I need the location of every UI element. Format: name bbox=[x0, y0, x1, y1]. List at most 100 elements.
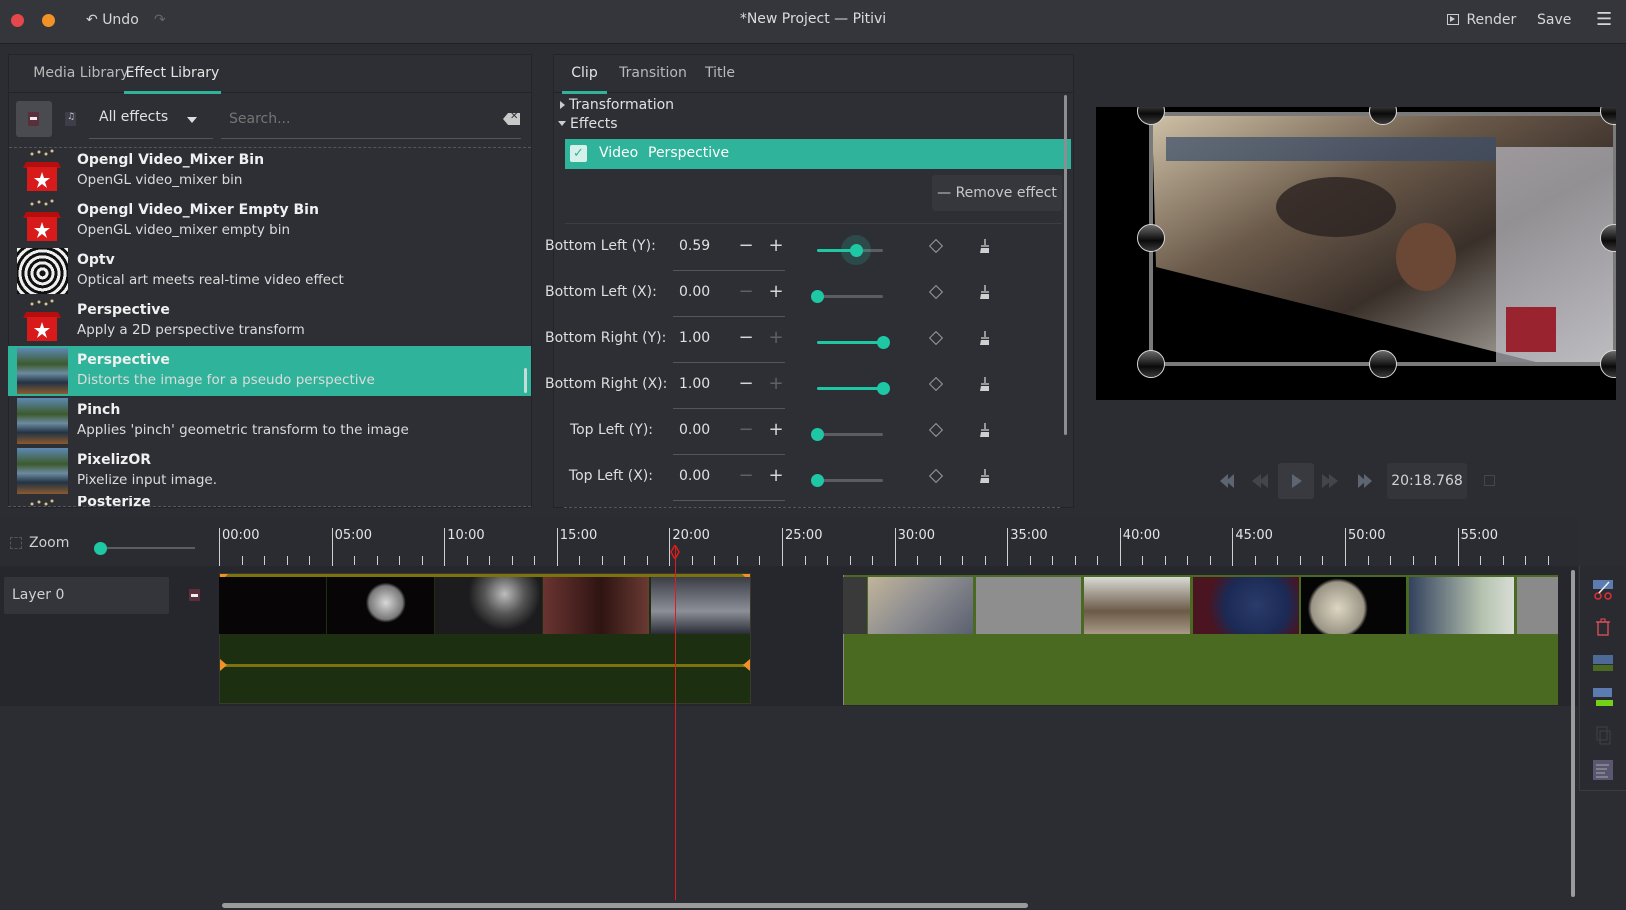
increment-button[interactable]: + bbox=[767, 419, 785, 440]
slider-knob[interactable] bbox=[811, 474, 824, 487]
seek-forward-button[interactable] bbox=[1314, 463, 1350, 499]
transformation-expander[interactable]: Transformation bbox=[560, 94, 674, 113]
zoom-slider-knob[interactable] bbox=[94, 542, 107, 555]
zoom-slider[interactable] bbox=[94, 542, 195, 555]
keyframe-diamond-icon[interactable] bbox=[928, 284, 944, 300]
layer-video-icon[interactable] bbox=[189, 589, 200, 601]
effect-list-item[interactable]: Pinch Applies 'pinch' geometric transform… bbox=[8, 396, 531, 446]
playhead-line[interactable] bbox=[675, 545, 676, 900]
slider-knob[interactable] bbox=[877, 336, 890, 349]
play-button[interactable] bbox=[1278, 463, 1314, 499]
reset-brush-icon[interactable] bbox=[979, 284, 991, 300]
go-to-end-button[interactable] bbox=[1348, 463, 1384, 499]
parameter-value-input[interactable]: 1.00 bbox=[679, 330, 710, 346]
timeline-horizontal-scrollbar[interactable] bbox=[222, 903, 1028, 908]
slider-knob[interactable] bbox=[877, 382, 890, 395]
save-button[interactable]: Save bbox=[1537, 0, 1571, 44]
effect-row-perspective[interactable]: ✓ Video Perspective bbox=[565, 139, 1071, 169]
parameter-value-input[interactable]: 1.00 bbox=[679, 376, 710, 392]
parameter-slider[interactable] bbox=[817, 382, 890, 395]
decrement-button[interactable]: − bbox=[737, 281, 755, 302]
effect-search-input[interactable] bbox=[221, 99, 521, 139]
parameter-value-input[interactable]: 0.00 bbox=[679, 468, 710, 484]
keyframe-diamond-icon[interactable] bbox=[928, 238, 944, 254]
tab-media-library[interactable]: Media Library bbox=[21, 55, 141, 93]
keyframe-diamond-icon[interactable] bbox=[928, 376, 944, 392]
ungroup-icon[interactable] bbox=[1593, 653, 1613, 673]
audio-keyframe-end[interactable] bbox=[743, 659, 750, 671]
effect-list-item[interactable]: PixelizOR Pixelize input image. bbox=[8, 446, 531, 496]
effect-list-scrollbar[interactable] bbox=[524, 368, 527, 393]
increment-button[interactable]: + bbox=[767, 235, 785, 256]
effect-category-dropdown[interactable]: All effects bbox=[89, 99, 213, 139]
tab-clip[interactable]: Clip bbox=[562, 55, 607, 94]
hamburger-menu-icon[interactable]: ☰ bbox=[1596, 0, 1612, 44]
video-effects-toggle[interactable] bbox=[16, 101, 52, 137]
detach-viewer-icon[interactable] bbox=[1484, 475, 1495, 486]
slider-knob[interactable] bbox=[811, 290, 824, 303]
tab-transition[interactable]: Transition bbox=[618, 55, 688, 93]
parameter-slider[interactable] bbox=[817, 336, 890, 349]
audio-keyframe-start[interactable] bbox=[220, 659, 227, 671]
reset-brush-icon[interactable] bbox=[979, 422, 991, 438]
tab-title[interactable]: Title bbox=[700, 55, 740, 93]
timeline-vertical-scrollbar[interactable] bbox=[1571, 570, 1575, 897]
effect-list-item[interactable]: Perspective Distorts the image for a pseu… bbox=[8, 346, 531, 396]
parameter-value-input[interactable]: 0.00 bbox=[679, 284, 710, 300]
playhead-marker[interactable] bbox=[670, 543, 680, 561]
reset-brush-icon[interactable] bbox=[979, 238, 991, 254]
parameter-value-input[interactable]: 0.59 bbox=[679, 238, 710, 254]
effect-list-item[interactable]: Optv Optical art meets real-time video ef… bbox=[8, 246, 531, 296]
transform-handle-bottom-left[interactable] bbox=[1137, 350, 1165, 378]
decrement-button[interactable]: − bbox=[737, 419, 755, 440]
increment-button[interactable]: + bbox=[767, 327, 785, 348]
tab-effect-library[interactable]: Effect Library bbox=[124, 55, 221, 94]
split-clip-icon[interactable] bbox=[1593, 580, 1613, 600]
audio-effects-toggle[interactable]: ♫ bbox=[65, 112, 76, 126]
keyframe-diamond-icon[interactable] bbox=[928, 468, 944, 484]
keyframe-diamond-icon[interactable] bbox=[928, 330, 944, 346]
redo-button[interactable]: ↷ bbox=[154, 0, 166, 44]
decrement-button[interactable]: − bbox=[737, 465, 755, 486]
effect-list-item[interactable]: Opengl Video_Mixer Bin OpenGL video_mixer… bbox=[8, 146, 531, 196]
increment-button[interactable]: + bbox=[767, 373, 785, 394]
seek-backward-button[interactable] bbox=[1244, 463, 1280, 499]
go-to-start-button[interactable] bbox=[1210, 463, 1246, 499]
clip-1-volume-line[interactable] bbox=[220, 664, 750, 667]
parameter-value-input[interactable]: 0.00 bbox=[679, 422, 710, 438]
decrement-button[interactable]: − bbox=[737, 235, 755, 256]
undo-button[interactable]: ↶ Undo bbox=[86, 0, 139, 44]
transform-handle-middle-left[interactable] bbox=[1137, 224, 1165, 252]
effect-list-item[interactable]: Perspective Apply a 2D perspective transf… bbox=[8, 296, 531, 346]
transform-handle-bottom-center[interactable] bbox=[1369, 350, 1397, 378]
parameter-slider[interactable] bbox=[811, 428, 883, 441]
parameter-slider[interactable] bbox=[811, 290, 883, 303]
reset-brush-icon[interactable] bbox=[979, 330, 991, 346]
copy-icon[interactable] bbox=[1593, 726, 1613, 746]
slider-knob[interactable] bbox=[811, 428, 824, 441]
render-button[interactable]: Render bbox=[1447, 0, 1516, 44]
decrement-button[interactable]: − bbox=[737, 373, 755, 394]
layer-header[interactable]: Layer 0 bbox=[4, 577, 169, 614]
clip-panel-scrollbar[interactable] bbox=[1064, 95, 1067, 435]
keyframe-diamond-icon[interactable] bbox=[928, 422, 944, 438]
effect-list-item[interactable]: Opengl Video_Mixer Empty Bin OpenGL video… bbox=[8, 196, 531, 246]
remove-effect-button[interactable]: — Remove effect bbox=[932, 175, 1062, 211]
effect-enabled-checkbox[interactable]: ✓ bbox=[570, 145, 587, 162]
group-icon[interactable] bbox=[1593, 688, 1613, 708]
minimize-window-button[interactable] bbox=[42, 14, 55, 27]
delete-icon[interactable] bbox=[1593, 617, 1613, 637]
reset-brush-icon[interactable] bbox=[979, 376, 991, 392]
increment-button[interactable]: + bbox=[767, 281, 785, 302]
slider-knob[interactable] bbox=[849, 244, 863, 257]
parameter-slider[interactable] bbox=[817, 235, 883, 265]
parameter-slider[interactable] bbox=[811, 474, 883, 487]
increment-button[interactable]: + bbox=[767, 465, 785, 486]
timecode-display[interactable]: 20:18.768 bbox=[1387, 463, 1467, 499]
reset-brush-icon[interactable] bbox=[979, 468, 991, 484]
zoom-fit-icon[interactable] bbox=[10, 537, 22, 549]
video-preview[interactable] bbox=[1096, 107, 1616, 400]
effects-expander[interactable]: Effects bbox=[558, 113, 618, 132]
align-icon[interactable] bbox=[1593, 760, 1613, 780]
decrement-button[interactable]: − bbox=[737, 327, 755, 348]
